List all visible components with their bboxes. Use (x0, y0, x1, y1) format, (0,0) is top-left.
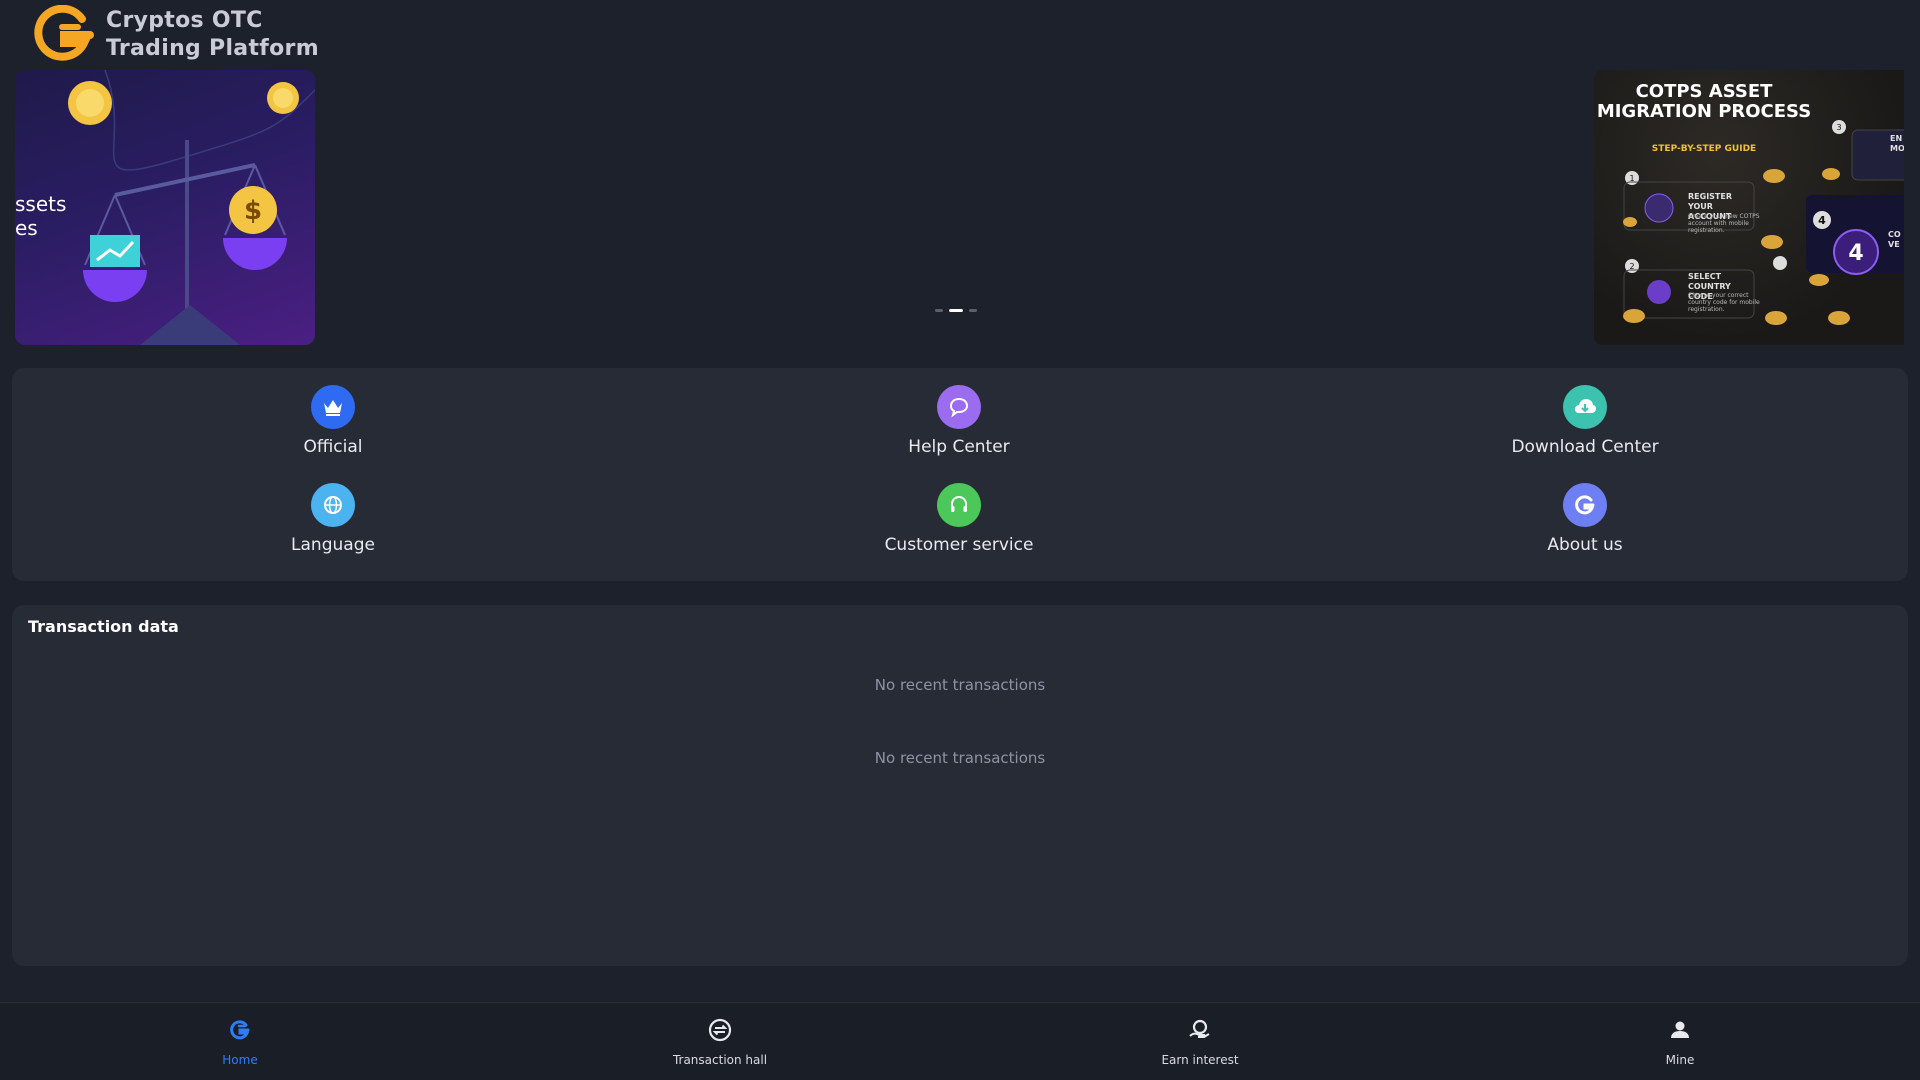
step-title-3: EN MO (1890, 134, 1904, 153)
banner-left-line2: es (15, 216, 38, 240)
banner-left-line1: ssets (15, 192, 67, 216)
nav-label: Earn interest (1161, 1053, 1239, 1067)
transaction-data-title: Transaction data (28, 617, 179, 636)
earn-icon (1189, 1019, 1210, 1038)
menu-item-help-center[interactable]: Help Center (809, 385, 1109, 457)
nav-item-home[interactable]: Home (140, 1017, 340, 1067)
menu-label: Help Center (908, 437, 1010, 457)
globe-icon (311, 483, 355, 527)
carousel-dots (935, 309, 977, 312)
user-icon (1671, 1021, 1689, 1038)
menu-label: Customer service (884, 535, 1034, 555)
step-desc-1: Create your new COTPS account with mobil… (1688, 213, 1760, 234)
nav-item-earn-interest[interactable]: Earn interest (1100, 1017, 1300, 1067)
menu-item-language[interactable]: Language (183, 483, 483, 555)
banner-left-text: ssets es (15, 192, 66, 240)
menu-label: Download Center (1511, 437, 1659, 457)
nav-item-transaction-hall[interactable]: Transaction hall (620, 1017, 820, 1067)
banner-carousel[interactable]: $ ssets es COTPS ASSET MIGRATION PROCESS… (0, 70, 1920, 345)
nav-item-mine[interactable]: Mine (1580, 1017, 1780, 1067)
empty-state-text: No recent transactions (874, 676, 1046, 694)
logo-g-icon (1563, 483, 1607, 527)
svg-text:4: 4 (1848, 241, 1863, 266)
step-number-3: 3 (1836, 123, 1841, 132)
carousel-dot[interactable] (969, 309, 977, 312)
menu-label: Official (303, 437, 363, 457)
logo-g-icon (34, 5, 94, 61)
step-desc-2: Choose your correct country code for mob… (1688, 292, 1760, 313)
menu-item-about-us[interactable]: About us (1435, 483, 1735, 555)
step-number-4: 4 (1818, 214, 1826, 227)
svg-text:$: $ (244, 196, 262, 226)
empty-state-text: No recent transactions (874, 749, 1046, 767)
crown-icon (311, 385, 355, 429)
bottom-nav: Home Transaction hall Earn interest Mine (0, 1002, 1920, 1080)
carousel-dot-active[interactable] (949, 309, 963, 312)
step-title-4: CO VE (1888, 230, 1901, 249)
nav-label: Home (222, 1053, 258, 1067)
chat-bubble-icon (937, 385, 981, 429)
home-logo-icon (230, 1020, 250, 1040)
logo-line2: Trading Platform (106, 36, 319, 61)
header: Cryptos OTC Trading Platform (0, 0, 1920, 70)
nav-label: Transaction hall (672, 1053, 768, 1067)
headset-icon (937, 483, 981, 527)
menu-label: Language (291, 535, 375, 555)
logo-line1: Cryptos OTC (106, 8, 263, 33)
exchange-icon (708, 1018, 732, 1042)
menu-item-customer-service[interactable]: Customer service (809, 483, 1109, 555)
quick-menu: Official Help Center Download Center Lan… (12, 368, 1908, 581)
carousel-dot[interactable] (935, 309, 943, 312)
menu-item-download-center[interactable]: Download Center (1435, 385, 1735, 457)
transaction-data-panel: Transaction data No recent transactions … (12, 605, 1908, 966)
app-logo[interactable]: Cryptos OTC Trading Platform (34, 5, 319, 65)
nav-label: Mine (1665, 1053, 1695, 1067)
logo-text: Cryptos OTC Trading Platform (106, 7, 319, 63)
menu-item-official[interactable]: Official (183, 385, 483, 457)
banner-slide-left[interactable]: $ ssets es (15, 70, 315, 345)
banner-slide-right[interactable]: COTPS ASSET MIGRATION PROCESS STEP-BY-ST… (1594, 70, 1904, 345)
menu-label: About us (1547, 535, 1623, 555)
cloud-download-icon (1563, 385, 1607, 429)
